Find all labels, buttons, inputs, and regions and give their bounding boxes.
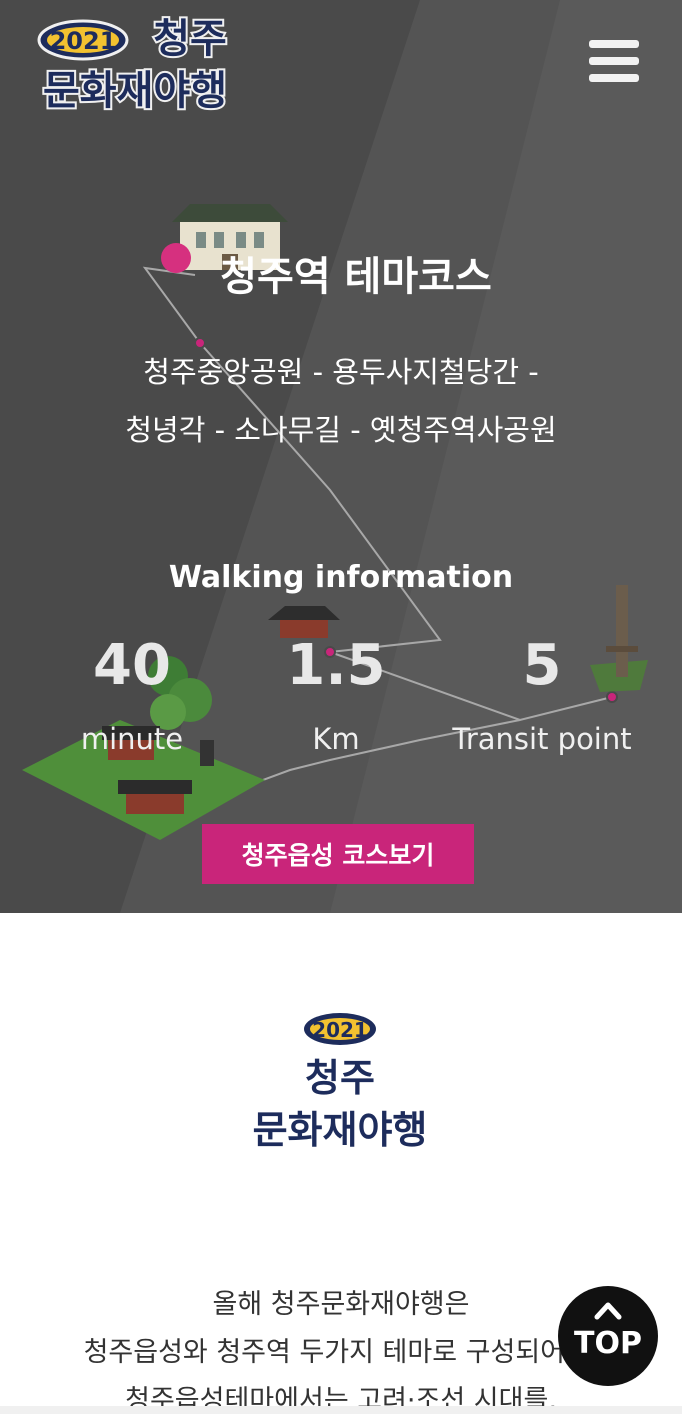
course-route: 청주중앙공원 - 용두사지철당간 - 청녕각 - 소나무길 - 옛청주역사공원 — [60, 343, 622, 459]
stat-duration: 40 minute — [22, 630, 242, 756]
stat-transit-points: 5 Transit point — [432, 630, 652, 756]
scroll-top-button[interactable]: TOP — [558, 1286, 658, 1386]
chevron-up-icon — [594, 1302, 622, 1320]
stat-unit: Transit point — [452, 722, 632, 756]
svg-text:2021: 2021 — [312, 1018, 368, 1042]
top-label: TOP — [574, 1326, 642, 1361]
site-header: 2021 청주 문화재야행 — [0, 0, 682, 120]
hero-section: 2021 청주 문화재야행 청주역 테마코스 청주중앙공원 - 용두사지철당간 … — [0, 0, 682, 913]
menu-bar — [589, 40, 639, 48]
festival-logo: 2021 청주 문화재야행 — [253, 1013, 428, 1152]
stat-value: 5 — [522, 633, 562, 698]
stat-unit: Km — [312, 722, 360, 756]
svg-text:청주: 청주 — [153, 16, 227, 62]
bottom-bar — [0, 1406, 682, 1414]
view-course-button[interactable]: 청주읍성 코스보기 — [202, 824, 474, 884]
hamburger-menu-icon[interactable] — [584, 34, 644, 90]
site-logo[interactable]: 2021 청주 문화재야행 — [28, 12, 243, 114]
stat-value: 1.5 — [286, 633, 386, 698]
menu-bar — [589, 57, 639, 65]
svg-text:2021: 2021 — [50, 27, 117, 55]
svg-text:문화재야행: 문화재야행 — [43, 68, 227, 114]
svg-text:문화재야행: 문화재야행 — [253, 1108, 428, 1152]
course-title: 청주역 테마코스 — [220, 254, 492, 300]
stat-distance: 1.5 Km — [226, 630, 446, 756]
menu-bar — [589, 74, 639, 82]
route-line-1: 청주중앙공원 - 용두사지철당간 - — [143, 355, 539, 389]
walking-info-title: Walking information — [168, 560, 514, 595]
route-line-2: 청녕각 - 소나무길 - 옛청주역사공원 — [125, 413, 557, 447]
stat-value: 40 — [93, 633, 171, 698]
stat-unit: minute — [80, 722, 184, 756]
svg-text:청주: 청주 — [305, 1056, 375, 1100]
